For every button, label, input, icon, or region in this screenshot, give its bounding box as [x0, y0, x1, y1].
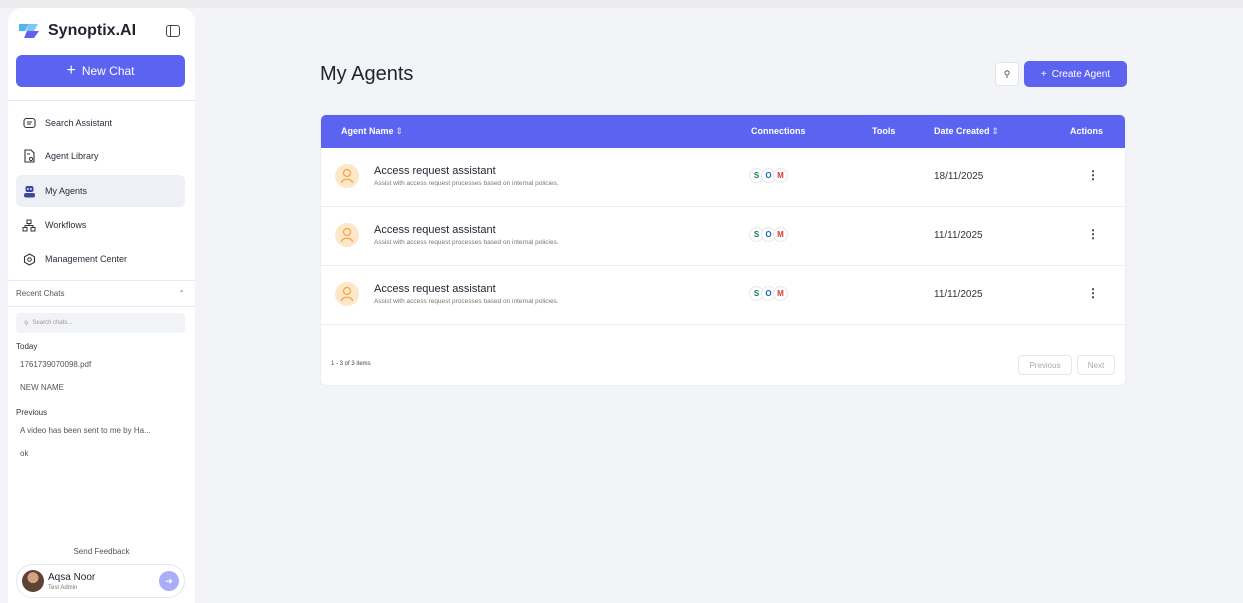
chat-item[interactable]: 1761739070098.pdf — [20, 360, 91, 369]
agent-name[interactable]: Access request assistant — [374, 224, 496, 236]
user-role: Test Admin — [48, 585, 78, 591]
brand-name: Synoptix.AI — [48, 22, 137, 39]
new-chat-label: New Chat — [81, 64, 135, 78]
column-label: Agent Name — [341, 126, 394, 136]
connections: S O M — [749, 168, 788, 183]
group-label-today: Today — [16, 342, 38, 351]
sidebar: Synoptix.AI + New Chat Search Assistant … — [8, 8, 195, 603]
sidebar-toggle-icon[interactable] — [166, 25, 180, 37]
column-header-actions: Actions — [1070, 126, 1104, 136]
chat-search-input[interactable]: ⚲ Search chats... — [16, 313, 185, 333]
column-header-date-created[interactable]: Date Created ⇕ — [934, 126, 999, 137]
agent-avatar-icon — [335, 164, 359, 188]
date-created: 11/11/2025 — [934, 230, 983, 241]
nav-label: Search Assistant — [45, 118, 113, 128]
divider — [8, 280, 195, 281]
top-bar — [0, 0, 1243, 8]
table-row[interactable]: Access request assistant Assist with acc… — [321, 207, 1125, 266]
date-created: 11/11/2025 — [934, 289, 983, 300]
date-created: 18/11/2025 — [934, 171, 984, 182]
connections: S O M — [749, 227, 788, 242]
group-label-previous: Previous — [16, 408, 48, 417]
page-title: My Agents — [320, 63, 414, 85]
column-header-tools: Tools — [872, 126, 896, 136]
column-label: Date Created — [934, 126, 990, 136]
avatar — [22, 570, 44, 592]
search-icon[interactable]: ⚲ — [995, 62, 1019, 86]
chevron-up-icon[interactable]: ⌃ — [178, 289, 185, 298]
pagination-summary: 1 - 3 of 3 items — [331, 361, 371, 367]
sort-icon[interactable]: ⇕ — [396, 126, 404, 136]
nav-item-management-center[interactable]: Management Center — [16, 243, 185, 275]
agent-name[interactable]: Access request assistant — [374, 283, 496, 295]
column-header-agent-name[interactable]: Agent Name ⇕ — [341, 126, 403, 137]
agent-description: Assist with access request processes bas… — [374, 239, 559, 246]
nav-item-search-assistant[interactable]: Search Assistant — [16, 107, 185, 139]
user-card[interactable]: Aqsa Noor Test Admin ➜ — [16, 564, 185, 598]
nav-item-agent-library[interactable]: Agent Library — [16, 140, 185, 172]
connections: S O M — [749, 286, 788, 301]
logout-icon[interactable]: ➜ — [159, 571, 179, 591]
synoptix-logo-icon — [19, 24, 39, 38]
recent-chats-header[interactable]: Recent Chats ⌃ — [16, 289, 185, 298]
table-row[interactable]: Access request assistant Assist with acc… — [321, 148, 1125, 207]
divider — [8, 100, 195, 101]
workflow-icon — [22, 218, 36, 232]
chat-item[interactable]: NEW NAME — [20, 383, 64, 392]
chat-item[interactable]: ok — [20, 449, 28, 458]
agent-name[interactable]: Access request assistant — [374, 165, 496, 177]
chat-search-placeholder: Search chats... — [32, 320, 73, 326]
nav-label: Management Center — [45, 254, 128, 264]
plus-icon: + — [66, 62, 76, 79]
agent-avatar-icon — [335, 223, 359, 247]
create-agent-label: Create Agent — [1051, 68, 1111, 80]
divider — [8, 306, 195, 307]
gmail-icon: M — [773, 168, 788, 183]
search-icon: ⚲ — [24, 320, 29, 327]
nav-item-my-agents[interactable]: My Agents — [16, 175, 185, 207]
brand[interactable]: Synoptix.AI — [16, 20, 136, 42]
nav-label: Workflows — [45, 220, 87, 230]
document-gear-icon — [22, 149, 36, 163]
column-header-connections: Connections — [751, 126, 806, 136]
nav-label: My Agents — [45, 186, 88, 196]
more-options-icon[interactable]: ⋮ — [1087, 168, 1099, 182]
agents-table: Agent Name ⇕ Connections Tools Date Creat… — [320, 114, 1126, 386]
agent-description: Assist with access request processes bas… — [374, 180, 559, 187]
chat-bubble-icon — [22, 116, 36, 130]
settings-hex-icon — [22, 252, 36, 266]
new-chat-button[interactable]: + New Chat — [16, 55, 185, 87]
table-header: Agent Name ⇕ Connections Tools Date Creat… — [321, 115, 1125, 148]
previous-page-button[interactable]: Previous — [1018, 355, 1072, 375]
send-feedback-link[interactable]: Send Feedback — [8, 547, 195, 556]
sort-icon[interactable]: ⇕ — [992, 126, 1000, 136]
robot-icon — [22, 184, 36, 198]
recent-chats-label: Recent Chats — [16, 289, 65, 298]
table-row[interactable]: Access request assistant Assist with acc… — [321, 266, 1125, 325]
gmail-icon: M — [773, 227, 788, 242]
user-name: Aqsa Noor — [48, 572, 96, 583]
next-page-button[interactable]: Next — [1077, 355, 1115, 375]
nav-label: Agent Library — [45, 151, 99, 161]
gmail-icon: M — [773, 286, 788, 301]
nav-item-workflows[interactable]: Workflows — [16, 209, 185, 241]
chat-item[interactable]: A video has been sent to me by Ha... — [20, 426, 151, 435]
more-options-icon[interactable]: ⋮ — [1087, 227, 1099, 241]
create-agent-button[interactable]: + Create Agent — [1024, 61, 1127, 87]
agent-description: Assist with access request processes bas… — [374, 298, 559, 305]
plus-icon: + — [1040, 68, 1047, 80]
more-options-icon[interactable]: ⋮ — [1087, 286, 1099, 300]
agent-avatar-icon — [335, 282, 359, 306]
